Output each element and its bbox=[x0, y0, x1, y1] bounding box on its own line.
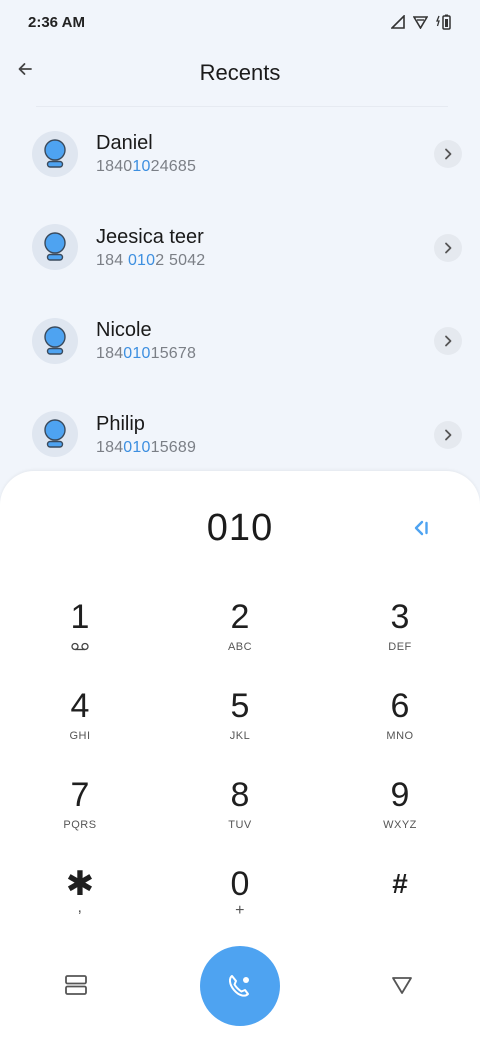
signal-icon bbox=[391, 15, 405, 29]
arrow-left-icon bbox=[18, 63, 32, 75]
avatar bbox=[32, 411, 78, 458]
contact-row[interactable]: Jeesica teer 184 0102 5042 bbox=[0, 201, 480, 295]
avatar bbox=[32, 317, 78, 364]
contact-name: Philip bbox=[96, 412, 145, 435]
grid-icon bbox=[65, 975, 87, 995]
chevron-right-icon bbox=[445, 148, 452, 160]
key-3[interactable]: 3 DEF bbox=[320, 596, 480, 685]
contact-row[interactable]: Daniel 18401024685 bbox=[0, 107, 480, 201]
triangle-down-icon bbox=[392, 977, 412, 994]
contact-row[interactable]: Philip 18401015689 bbox=[0, 388, 480, 482]
backspace-icon bbox=[414, 520, 428, 536]
bottom-action-bar bbox=[0, 946, 480, 1026]
avatar bbox=[32, 130, 78, 177]
contact-name: Jeesica teer bbox=[96, 225, 204, 248]
person-icon bbox=[44, 232, 66, 261]
key-2[interactable]: 2 ABC bbox=[160, 596, 320, 685]
chevron-right-icon bbox=[445, 242, 452, 253]
contact-details-button[interactable] bbox=[434, 140, 462, 168]
person-icon bbox=[44, 326, 66, 355]
contacts-grid-button[interactable] bbox=[64, 974, 90, 1000]
contact-details-button[interactable] bbox=[434, 327, 462, 355]
status-icons bbox=[391, 14, 452, 30]
key-6[interactable]: 6 MNO bbox=[320, 685, 480, 774]
key-star[interactable]: ✱ , bbox=[0, 863, 160, 952]
key-0[interactable]: 0 + bbox=[160, 863, 320, 952]
contact-details-button[interactable] bbox=[434, 420, 462, 449]
avatar bbox=[32, 224, 78, 271]
contact-row[interactable]: Nicole 18401015678 bbox=[0, 294, 480, 388]
contact-list: Daniel 18401024685 Jeesica teer 184 0102… bbox=[0, 107, 480, 481]
contact-number: 18401024685 bbox=[96, 158, 197, 176]
call-button[interactable] bbox=[200, 946, 280, 1026]
chevron-right-icon bbox=[445, 335, 452, 347]
contact-name: Daniel bbox=[96, 132, 153, 155]
page-title: Recents bbox=[199, 60, 281, 85]
key-hash[interactable]: # bbox=[320, 863, 480, 952]
key-1[interactable]: 1 bbox=[0, 596, 160, 685]
person-icon bbox=[44, 419, 66, 448]
keypad: 1 2 ABC 3 DEF 4 GHI 5 JKL 6 MNO 7 PQRS 8… bbox=[0, 596, 480, 952]
key-7[interactable]: 7 PQRS bbox=[0, 774, 160, 863]
back-button[interactable] bbox=[12, 56, 38, 82]
header: Recents bbox=[0, 44, 480, 102]
key-4[interactable]: 4 GHI bbox=[0, 685, 160, 774]
contact-number: 18401015689 bbox=[96, 438, 197, 456]
chevron-right-icon bbox=[445, 429, 452, 440]
battery-charging-icon bbox=[436, 14, 451, 30]
contact-number: 18401015678 bbox=[96, 345, 197, 363]
voicemail-icon bbox=[71, 642, 89, 651]
person-icon bbox=[44, 139, 66, 168]
backspace-button[interactable] bbox=[408, 515, 436, 541]
status-time: 2:36 AM bbox=[28, 13, 85, 31]
status-bar: 2:36 AM bbox=[0, 0, 480, 44]
hide-keypad-button[interactable] bbox=[390, 974, 416, 1000]
call-icon bbox=[228, 975, 249, 997]
wifi-icon bbox=[413, 16, 428, 29]
key-5[interactable]: 5 JKL bbox=[160, 685, 320, 774]
contact-details-button[interactable] bbox=[434, 233, 462, 262]
key-8[interactable]: 8 TUV bbox=[160, 774, 320, 863]
key-9[interactable]: 9 WXYZ bbox=[320, 774, 480, 863]
contact-name: Nicole bbox=[96, 319, 152, 342]
contact-number: 184 0102 5042 bbox=[96, 251, 206, 269]
